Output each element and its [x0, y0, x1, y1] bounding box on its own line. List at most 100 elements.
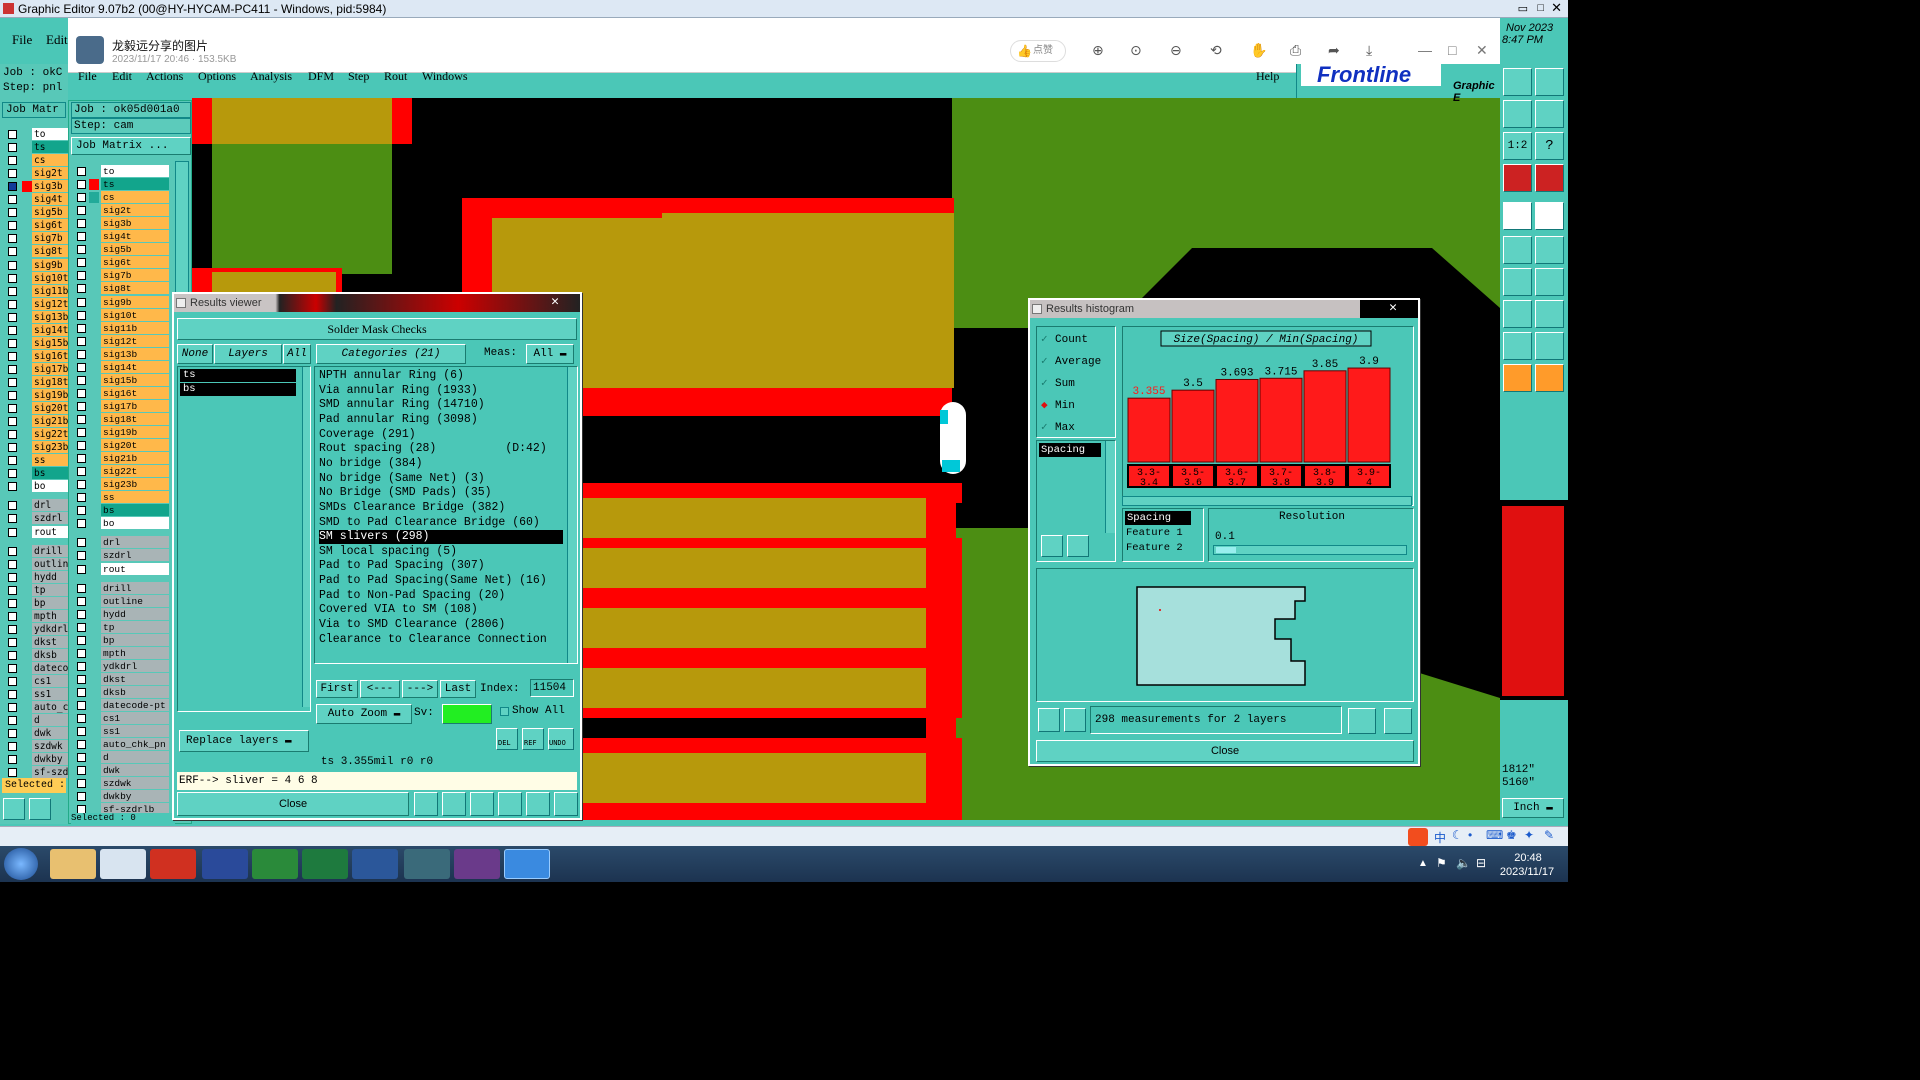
- left-layer-checkbox[interactable]: [8, 716, 17, 726]
- share-icon[interactable]: ➦: [1328, 42, 1340, 59]
- category-item[interactable]: Via to SMD Clearance (2806): [319, 618, 563, 632]
- left-layer-row[interactable]: sig6t: [4, 219, 72, 232]
- left-layer-checkbox[interactable]: [8, 286, 17, 296]
- result-layer-item[interactable]: ts: [180, 369, 296, 382]
- left-layer-row[interactable]: sig14t: [4, 323, 72, 337]
- sliders-b-icon[interactable]: [1535, 164, 1564, 192]
- matrix-layer-checkbox[interactable]: [77, 375, 86, 385]
- left-layer-checkbox[interactable]: [8, 755, 17, 765]
- fit-icon[interactable]: ⊙: [1130, 42, 1142, 59]
- left-layer-checkbox[interactable]: [8, 247, 17, 257]
- prev-button[interactable]: <---: [360, 680, 400, 698]
- left-layer-row[interactable]: sig5b: [4, 206, 72, 219]
- histogram-menu-icon[interactable]: [1032, 304, 1042, 314]
- left-layer-row[interactable]: cs1: [4, 675, 72, 688]
- menu-item-edit[interactable]: Edit: [112, 69, 132, 84]
- category-item[interactable]: No bridge (384): [319, 457, 563, 471]
- undo-icon[interactable]: UNDO: [548, 728, 574, 750]
- clock-time[interactable]: 20:48: [1498, 852, 1558, 864]
- results-viewer-titlebar[interactable]: Results viewer: [174, 294, 580, 312]
- matrix-layer-checkbox[interactable]: [77, 648, 86, 658]
- left-layer-checkbox[interactable]: [8, 527, 17, 537]
- category-item[interactable]: Covered VIA to SM (108): [319, 603, 563, 617]
- matrix-layer-checkbox[interactable]: [77, 493, 86, 503]
- matrix-layer-checkbox[interactable]: [77, 622, 86, 632]
- left-layer-row[interactable]: sig12t: [4, 297, 72, 311]
- matrix-layer-checkbox[interactable]: [77, 297, 86, 307]
- matrix-layer-checkbox[interactable]: [77, 219, 86, 229]
- matrix-layer-checkbox[interactable]: [77, 792, 86, 802]
- menu-item-actions[interactable]: Actions: [146, 69, 183, 84]
- matrix-layer-checkbox[interactable]: [77, 740, 86, 750]
- text-a-icon[interactable]: [1503, 332, 1532, 360]
- left-layer-row[interactable]: ss1: [4, 688, 72, 701]
- viewer-close-icon[interactable]: ✕: [1476, 42, 1488, 59]
- left-layer-row[interactable]: sig22t: [4, 428, 72, 441]
- left-layer-checkbox[interactable]: [8, 208, 17, 218]
- matrix-layer-checkbox[interactable]: [77, 661, 86, 671]
- left-layer-checkbox[interactable]: [8, 482, 17, 492]
- job-matrix-button[interactable]: Job Matrix ...: [71, 137, 191, 155]
- left-layer-checkbox[interactable]: [8, 598, 17, 608]
- left-layer-row[interactable]: auto_c: [4, 701, 72, 714]
- matrix-layer-checkbox[interactable]: [77, 271, 86, 281]
- category-item[interactable]: Pad annular Ring (3098): [319, 413, 563, 427]
- left-layer-checkbox[interactable]: [8, 234, 17, 244]
- left-layer-row[interactable]: sig9b: [4, 258, 72, 272]
- left-layer-row[interactable]: bo: [4, 480, 72, 493]
- left-layer-checkbox[interactable]: [8, 221, 17, 231]
- left-layer-row[interactable]: sig19b: [4, 389, 72, 402]
- taskbar-x-icon[interactable]: [454, 849, 500, 879]
- left-layer-checkbox[interactable]: [8, 469, 17, 479]
- category-item[interactable]: SM slivers (298): [319, 530, 563, 545]
- hist-ref-icon[interactable]: [1067, 535, 1089, 557]
- taskbar-shell-icon[interactable]: [50, 849, 96, 879]
- taskbar-pointer-icon[interactable]: [504, 849, 550, 879]
- left-layer-checkbox[interactable]: [8, 501, 17, 511]
- results-close-button[interactable]: Close: [177, 792, 409, 816]
- ime-tools-icon[interactable]: ✎: [1544, 828, 1554, 842]
- left-layer-checkbox[interactable]: [8, 546, 17, 556]
- zoom-out-icon[interactable]: ⊖: [1170, 42, 1182, 59]
- category-item[interactable]: NPTH annular Ring (6): [319, 369, 563, 383]
- left-layer-checkbox[interactable]: [8, 729, 17, 739]
- matrix-layer-row[interactable]: ts: [73, 178, 191, 191]
- matrix-layer-checkbox[interactable]: [77, 753, 86, 763]
- left-layer-checkbox[interactable]: [8, 143, 17, 153]
- left-layer-row[interactable]: dkst: [4, 635, 72, 649]
- job-matrix-label[interactable]: Job Matr: [2, 102, 66, 118]
- left-layer-checkbox[interactable]: [8, 703, 17, 713]
- left-layer-checkbox[interactable]: [8, 260, 17, 270]
- left-layer-checkbox[interactable]: [8, 169, 17, 179]
- matrix-layer-row[interactable]: cs: [73, 191, 191, 204]
- left-layer-checkbox[interactable]: [8, 559, 17, 569]
- matrix-layer-checkbox[interactable]: [77, 674, 86, 684]
- left-layer-checkbox[interactable]: [8, 312, 17, 322]
- sliders-a-icon[interactable]: [1503, 164, 1532, 192]
- left-layer-row[interactable]: sig7b: [4, 232, 72, 245]
- left-layer-checkbox[interactable]: [8, 664, 17, 673]
- left-layer-row[interactable]: dateco: [4, 662, 72, 675]
- menu-help[interactable]: Help: [1256, 69, 1279, 84]
- arc-icon[interactable]: [1503, 268, 1532, 296]
- left-layer-row[interactable]: szdrl: [4, 512, 72, 525]
- matrix-layer-checkbox[interactable]: [77, 206, 86, 216]
- left-layer-checkbox[interactable]: [8, 456, 17, 466]
- category-item[interactable]: Pad to Non-Pad Spacing (20): [319, 589, 563, 603]
- start-button[interactable]: [4, 848, 38, 880]
- left-tool-2-icon[interactable]: [29, 798, 51, 820]
- left-layer-row[interactable]: sig10t: [4, 271, 72, 285]
- left-layer-checkbox[interactable]: [8, 364, 17, 374]
- left-layer-checkbox[interactable]: [8, 690, 17, 700]
- left-layer-checkbox[interactable]: [8, 377, 17, 387]
- matrix-layer-checkbox[interactable]: [77, 701, 86, 710]
- matrix-layer-checkbox[interactable]: [77, 727, 86, 737]
- clock-date[interactable]: 2023/11/17: [1492, 866, 1562, 878]
- left-layer-checkbox[interactable]: [8, 650, 17, 660]
- matrix-layer-row[interactable]: sig3b: [73, 217, 191, 230]
- sv-color-select[interactable]: [442, 704, 492, 724]
- line-tool-icon[interactable]: [1503, 236, 1532, 264]
- measure-list-item[interactable]: Spacing: [1039, 443, 1101, 457]
- histogram-close-button[interactable]: Close: [1036, 740, 1414, 762]
- category-item[interactable]: No bridge (Same Net) (3): [319, 472, 563, 486]
